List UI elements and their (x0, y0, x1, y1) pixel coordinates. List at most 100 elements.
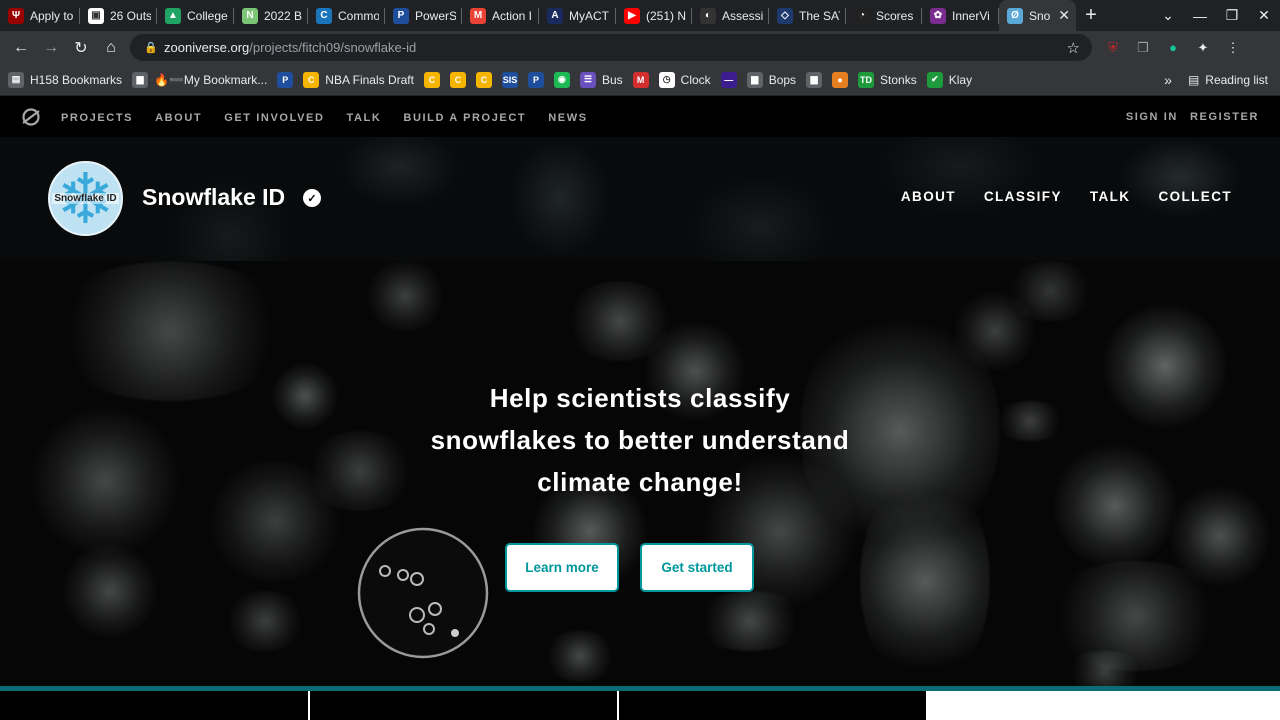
bookmark-icon: ◉ (553, 71, 570, 88)
project-nav-link[interactable]: TALK (1090, 189, 1131, 204)
get-started-button[interactable]: Get started (640, 543, 754, 592)
tab-list: Ψ Apply to ▣ 26 Outs ▲ College N 2022 Bi C Commo P… (0, 0, 1076, 31)
bookmark-star-icon[interactable]: ☆ (1067, 39, 1080, 57)
bookmark-item[interactable]: TD Stonks (858, 71, 917, 88)
project-nav-link[interactable]: ABOUT (901, 189, 956, 204)
bookmark-icon: ▆ (806, 71, 823, 88)
site-nav-link[interactable]: TALK (347, 112, 382, 124)
bookmark-item[interactable]: ▆ Bops (746, 71, 796, 88)
tab-favicon-icon: Ψ (8, 7, 24, 24)
register-link[interactable]: REGISTER (1190, 111, 1259, 123)
snowflake-photo (60, 541, 160, 641)
bookmark-item[interactable]: ✔ Klay (926, 71, 972, 88)
tab-label: Action I (492, 8, 533, 23)
bookmark-item[interactable]: ▆ (806, 71, 823, 88)
browser-tab[interactable]: ◇ The SAT (769, 0, 846, 31)
auth-links: SIGN IN REGISTER (1114, 96, 1259, 137)
profile-menu-icon[interactable]: ⌄ (1152, 7, 1184, 24)
tab-label: Scores (876, 8, 914, 23)
tab-favicon-icon: C (316, 7, 332, 24)
tab-favicon-icon: ▲ (165, 7, 181, 24)
card (0, 691, 308, 720)
bookmarks-right: » ▤ Reading list (1164, 64, 1268, 96)
browser-tab[interactable]: ◔ Scores (846, 0, 922, 31)
bookmark-item[interactable]: P (277, 71, 294, 88)
bookmark-item[interactable]: C (423, 71, 440, 88)
reading-list-button[interactable]: Reading list (1205, 73, 1268, 87)
ublock-extension-icon[interactable]: ⛨ (1098, 40, 1128, 56)
hero-section: Help scientists classify snowflakes to b… (0, 261, 1280, 686)
tab-label: Commo (338, 8, 379, 23)
browser-tab[interactable]: Ψ Apply to (0, 0, 80, 31)
address-bar[interactable]: 🔒 zooniverse.org /projects/fitch09/snowf… (130, 34, 1092, 61)
snowflake-photo (1040, 561, 1230, 671)
lock-icon[interactable]: 🔒 (144, 41, 158, 54)
tab-manager-extension-icon[interactable]: ❐ (1128, 40, 1158, 56)
browser-tab[interactable]: N 2022 Bi (234, 0, 308, 31)
close-tab-icon[interactable]: ✕ (1058, 7, 1070, 24)
site-nav-link[interactable]: PROJECTS (61, 112, 133, 124)
browser-tab[interactable]: ✿ InnerVi (922, 0, 999, 31)
project-avatar[interactable]: ❄ Snowflake ID (48, 161, 123, 236)
tab-label: InnerVi (952, 8, 990, 23)
project-nav-link[interactable]: COLLECT (1158, 189, 1232, 204)
bookmark-item[interactable]: ◉ (553, 71, 570, 88)
bookmark-item[interactable]: C NBA Finals Draft (303, 71, 414, 88)
browser-tab[interactable]: ▶ (251) N (616, 0, 692, 31)
minimize-icon[interactable]: — (1184, 8, 1216, 24)
bookmark-item[interactable]: ▆ 🔥➖My Bookmark... (132, 71, 267, 88)
bookmark-item[interactable]: SIS (501, 71, 518, 88)
maximize-icon[interactable]: ❐ (1216, 7, 1248, 24)
grammarly-extension-icon[interactable]: ● (1158, 40, 1188, 55)
bookmark-item[interactable]: M (632, 71, 649, 88)
bookmark-item[interactable]: C (475, 71, 492, 88)
bookmark-icon: ● (832, 71, 849, 88)
bookmark-item[interactable]: ● (832, 71, 849, 88)
sign-in-link[interactable]: SIGN IN (1126, 111, 1178, 123)
browser-tab[interactable]: C Commo (308, 0, 385, 31)
reading-list-icon[interactable]: ▤ (1188, 73, 1199, 87)
browser-tab[interactable]: ▲ College (157, 0, 234, 31)
project-title[interactable]: Snowflake ID (142, 184, 285, 211)
tab-favicon-icon: M (470, 7, 486, 24)
snowflake-photo (860, 471, 990, 686)
bookmarks-overflow-icon[interactable]: » (1164, 72, 1172, 88)
bookmark-icon: ▤ (8, 71, 24, 88)
home-icon[interactable]: ⌂ (96, 33, 126, 63)
tab-favicon-icon: ▶ (624, 7, 640, 24)
extensions-puzzle-icon[interactable]: ✦ (1188, 40, 1218, 56)
bookmark-item[interactable]: ☰ Bus (579, 71, 623, 88)
new-tab-button[interactable]: + (1076, 0, 1106, 31)
bookmark-item[interactable]: ▤ H158 Bookmarks (8, 71, 122, 88)
tab-favicon-icon: P (393, 7, 409, 24)
close-window-icon[interactable]: ✕ (1248, 7, 1280, 24)
hero-headline-line: climate change! (537, 467, 743, 497)
browser-tab-strip: Ψ Apply to ▣ 26 Outs ▲ College N 2022 Bi C Commo P… (0, 0, 1280, 31)
project-nav-link[interactable]: CLASSIFY (984, 189, 1062, 204)
browser-tab[interactable]: ◐ Assessi (692, 0, 769, 31)
back-icon[interactable]: ← (6, 33, 36, 63)
tab-label: (251) N (646, 8, 686, 23)
site-nav-link[interactable]: ABOUT (155, 112, 202, 124)
zooniverse-top-nav: PROJECTS ABOUT GET INVOLVED TALK BUILD A PRO… (0, 96, 1280, 137)
bookmark-item[interactable]: C (449, 71, 466, 88)
zooniverse-logo-icon[interactable] (21, 107, 41, 127)
bookmark-item[interactable]: ◷ Clock (658, 71, 711, 88)
browser-tab[interactable]: Ø Sno ✕ (999, 0, 1076, 31)
verified-badge-icon: ✓ (303, 189, 321, 207)
bookmark-item[interactable]: P (527, 71, 544, 88)
site-nav-link[interactable]: NEWS (548, 112, 587, 124)
tab-favicon-icon: ◔ (854, 7, 870, 24)
browser-tab[interactable]: P PowerS (385, 0, 462, 31)
browser-menu-icon[interactable]: ⋮ (1218, 40, 1248, 56)
forward-icon[interactable]: → (36, 33, 66, 63)
reload-icon[interactable]: ↻ (66, 33, 96, 63)
site-nav-link[interactable]: BUILD A PROJECT (403, 112, 526, 124)
bookmark-item[interactable]: — (720, 71, 737, 88)
browser-tab[interactable]: M Action I (462, 0, 539, 31)
tab-label: 26 Outs (110, 8, 151, 23)
learn-more-button[interactable]: Learn more (505, 543, 619, 592)
browser-tab[interactable]: A MyACT (539, 0, 616, 31)
site-nav-link[interactable]: GET INVOLVED (224, 112, 324, 124)
browser-tab[interactable]: ▣ 26 Outs (80, 0, 157, 31)
